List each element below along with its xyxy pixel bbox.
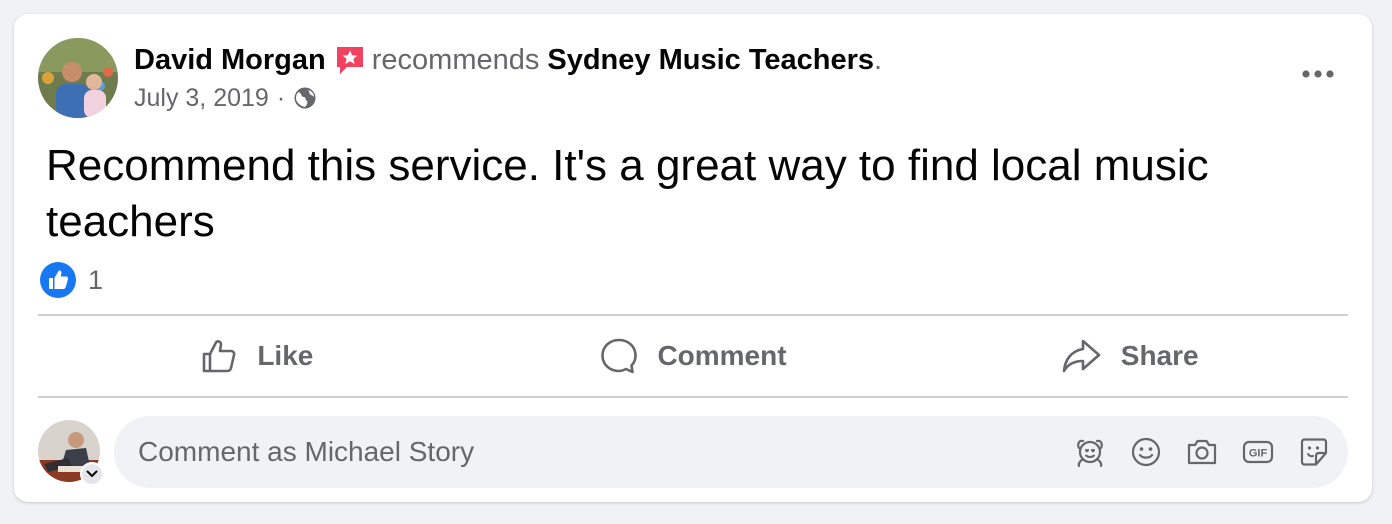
svg-text:GIF: GIF [1249, 448, 1268, 460]
post-body-text: Recommend this service. It's a great way… [46, 141, 1209, 246]
share-button[interactable]: Share [911, 316, 1348, 396]
more-options-button[interactable] [1294, 56, 1342, 92]
meta-separator: · [276, 84, 286, 112]
action-bar: Like Comment Share [38, 316, 1348, 396]
speech-bubble-icon [601, 338, 638, 374]
comment-button[interactable]: Comment [475, 316, 912, 396]
camera-icon[interactable] [1184, 434, 1220, 470]
recommends-text: recommends [371, 44, 540, 76]
like-label: Like [257, 340, 314, 371]
post-meta: July 3, 2019 · [134, 82, 317, 114]
actions-bottom-divider [38, 396, 1348, 398]
current-user-avatar[interactable] [38, 420, 104, 486]
emoji-icon[interactable] [1128, 434, 1164, 470]
post-header: David Morgan recommends Sydney Music Tea… [134, 42, 882, 78]
thumbs-up-icon [203, 340, 236, 373]
comment-box: GIF [114, 416, 1348, 488]
share-arrow-icon [1062, 339, 1101, 373]
gif-icon[interactable]: GIF [1240, 434, 1276, 470]
sticker-icon[interactable] [1296, 434, 1332, 470]
comment-tools: GIF [1052, 434, 1332, 470]
share-label: Share [1120, 340, 1199, 371]
more-horizontal-icon [1302, 70, 1334, 78]
comment-composer: GIF [38, 416, 1348, 492]
page-name-link[interactable]: Sydney Music Teachers [547, 42, 874, 78]
post-date[interactable]: July 3, 2019 [134, 82, 269, 114]
header-period: . [874, 44, 883, 76]
avatar-sticker-icon[interactable] [1072, 434, 1108, 470]
author-name[interactable]: David Morgan [134, 42, 326, 78]
recommend-star-icon [334, 44, 366, 76]
post-card: David Morgan recommends Sydney Music Tea… [14, 14, 1372, 502]
like-reaction-icon [40, 262, 76, 298]
author-avatar[interactable] [38, 38, 118, 118]
chevron-down-icon[interactable] [80, 462, 104, 486]
like-button[interactable]: Like [38, 316, 475, 396]
reaction-summary[interactable]: 1 [40, 262, 103, 298]
comment-label: Comment [657, 340, 787, 371]
globe-icon[interactable] [293, 86, 317, 110]
reaction-count: 1 [88, 264, 104, 295]
comment-input[interactable] [138, 434, 1018, 470]
